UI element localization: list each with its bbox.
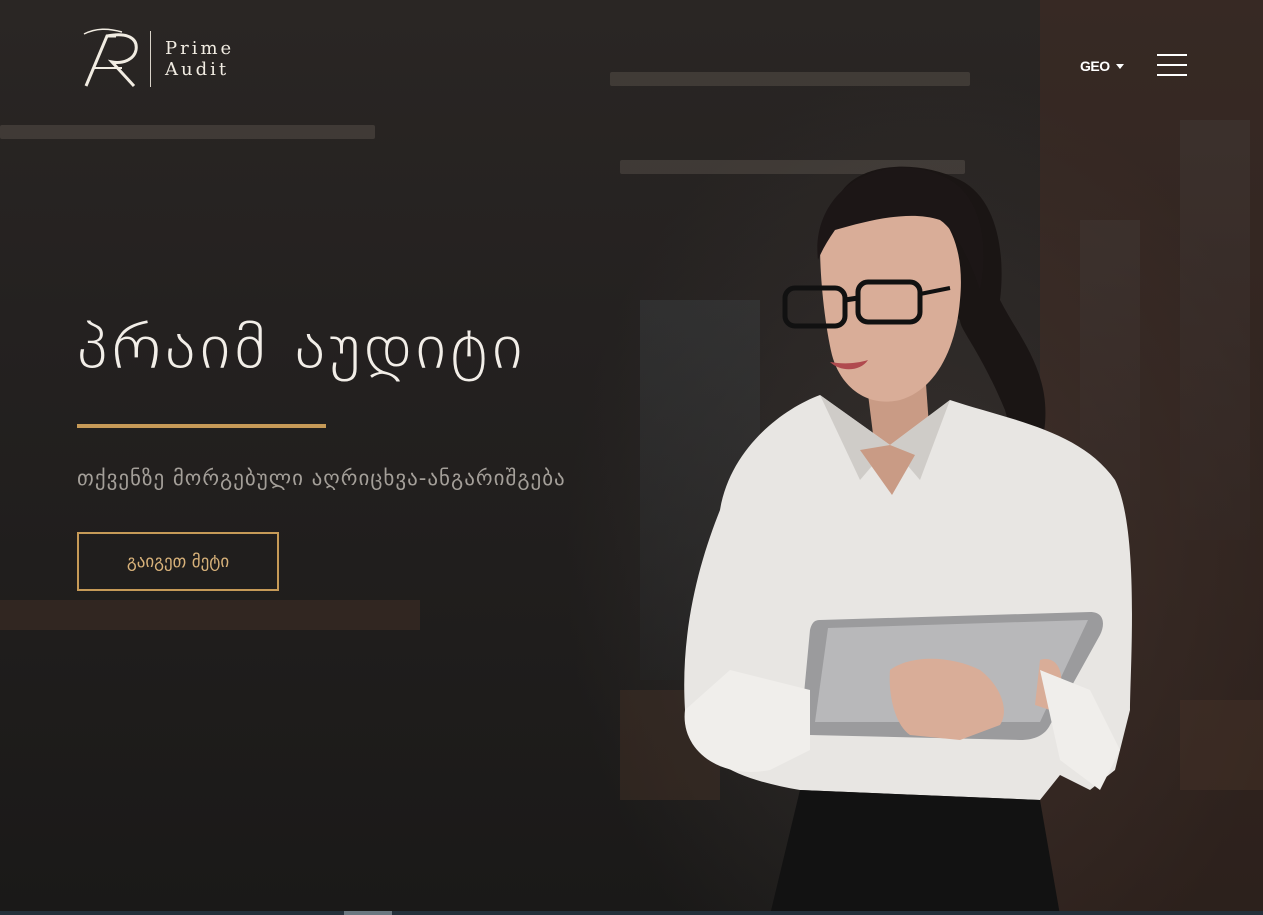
bottom-progress-track	[0, 911, 1263, 915]
hamburger-icon-bar	[1157, 74, 1187, 76]
learn-more-button[interactable]: გაიგეთ მეტი	[77, 532, 279, 591]
brand-logo[interactable]: Prime Audit	[82, 28, 234, 90]
brand-name: Prime Audit	[165, 38, 234, 80]
bottom-progress-indicator	[344, 911, 392, 915]
woman-with-tablet-image	[684, 166, 1132, 915]
hamburger-menu-button[interactable]	[1157, 54, 1187, 76]
background-desk	[1180, 700, 1263, 790]
language-label: GEO	[1080, 58, 1110, 74]
language-selector[interactable]: GEO	[1080, 58, 1124, 74]
hero-title: პრაიმ აუდიტი	[77, 310, 527, 383]
background-desk	[0, 600, 420, 630]
title-underline	[77, 424, 326, 428]
caret-down-icon	[1115, 63, 1124, 69]
brand-name-line-1: Prime	[165, 38, 235, 59]
brand-name-line-2: Audit	[165, 59, 230, 80]
monogram-icon	[83, 28, 138, 88]
hero-subtitle: თქვენზე მორგებული აღრიცხვა-ანგარიშგება	[77, 466, 566, 490]
hamburger-icon-bar	[1157, 64, 1187, 66]
hero-section: Prime Audit GEO პრაიმ აუდიტი თქვენზე მორ…	[0, 0, 1263, 915]
logo-divider	[150, 31, 151, 87]
hamburger-icon-bar	[1157, 54, 1187, 56]
ceiling-light	[610, 72, 970, 86]
ceiling-light	[0, 125, 375, 139]
